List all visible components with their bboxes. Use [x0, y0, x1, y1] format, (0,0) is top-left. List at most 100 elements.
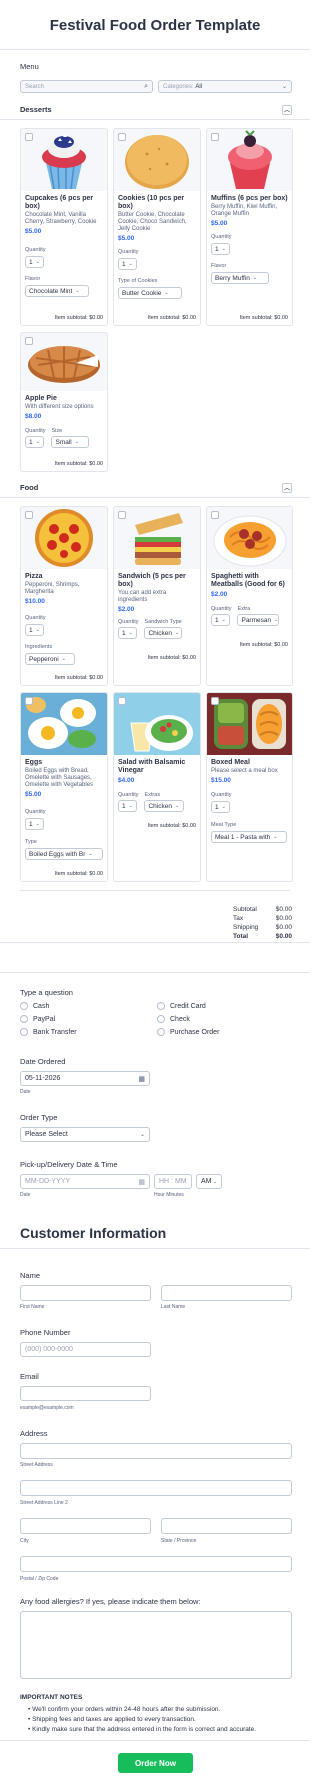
select-checkbox[interactable] — [118, 511, 126, 519]
chevron-down-icon: ⌄ — [164, 290, 169, 296]
select-checkbox[interactable] — [211, 697, 219, 705]
select-checkbox[interactable] — [25, 133, 33, 141]
quantity-select[interactable]: 1 ⌄ — [211, 801, 230, 813]
product-card-cookies[interactable]: Cookies (10 pcs per box) Butter Cookie, … — [113, 128, 201, 326]
option-value: Small — [55, 438, 72, 446]
radio-circle[interactable] — [157, 1028, 165, 1036]
product-card-sandwich[interactable]: Sandwich (5 pcs per box) You can add ext… — [113, 506, 201, 686]
phone-input[interactable]: (000) 000-0000 — [20, 1342, 151, 1357]
quantity-value: 1 — [122, 802, 126, 810]
categories-label: Categories: — [163, 83, 194, 90]
collapse-icon[interactable]: ︿ — [282, 104, 292, 115]
option-label: Flavor — [25, 276, 41, 282]
quantity-select[interactable]: 1 ⌄ — [118, 800, 137, 812]
radio-circle[interactable] — [20, 1002, 28, 1010]
quantity-select[interactable]: 1 ⌄ — [25, 256, 44, 268]
option-select[interactable]: Chicken ⌄ — [144, 800, 185, 812]
allergy-textarea[interactable] — [20, 1611, 292, 1679]
option-select[interactable]: Chicken ⌄ — [144, 627, 183, 639]
select-checkbox[interactable] — [25, 337, 33, 345]
postal-input[interactable] — [20, 1556, 292, 1572]
first-name-input[interactable] — [20, 1285, 151, 1301]
product-desc: With different size options — [25, 404, 94, 410]
order-type-label: Order Type — [20, 1113, 58, 1122]
radio-paypal[interactable]: PayPal — [20, 1013, 55, 1025]
option-select[interactable]: Berry Muffin ⌄ — [211, 272, 269, 284]
email-input[interactable] — [20, 1386, 151, 1401]
item-subtotal: Item subtotal: $0.00 — [147, 315, 196, 321]
radio-purchase-order[interactable]: Purchase Order — [157, 1026, 219, 1038]
option-select[interactable]: Butter Cookie ⌄ — [118, 287, 182, 299]
radio-circle[interactable] — [157, 1015, 165, 1023]
chevron-down-icon: ⌄ — [212, 1178, 217, 1185]
option-value: Pepperoni — [29, 655, 59, 663]
quantity-select[interactable]: 1 ⌄ — [25, 436, 44, 448]
email-label: Email — [20, 1372, 39, 1381]
radio-circle[interactable] — [20, 1028, 28, 1036]
option-value: Butter Cookie — [122, 289, 162, 297]
quantity-select[interactable]: 1 ⌄ — [25, 624, 44, 636]
product-card-apple-pie[interactable]: Apple Pie With different size options $8… — [20, 332, 108, 472]
form-header: Festival Food Order Template — [0, 0, 310, 50]
quantity-select[interactable]: 1 ⌄ — [118, 258, 137, 270]
ampm-select[interactable]: AM ⌄ — [196, 1174, 222, 1189]
state-input[interactable] — [161, 1518, 292, 1534]
quantity-select[interactable]: 1 ⌄ — [118, 627, 137, 639]
product-card-salad[interactable]: Salad with Balsamic Vinegar $4.00 Quanti… — [113, 692, 201, 882]
select-checkbox[interactable] — [25, 511, 33, 519]
allergy-label: Any food allergies? If yes, please indic… — [20, 1597, 201, 1606]
radio-circle[interactable] — [157, 1002, 165, 1010]
product-name: Muffins (6 pcs per box) — [211, 195, 288, 202]
radio-cash[interactable]: Cash — [20, 1000, 49, 1012]
option-select[interactable]: Meal 1 - Pasta with ⌄ — [211, 831, 287, 843]
quantity-select[interactable]: 1 ⌄ — [211, 614, 230, 626]
product-desc: Please select a meal box — [211, 768, 278, 774]
note-text: Kindly make sure that the address entere… — [32, 1726, 257, 1733]
category-select[interactable]: Categories: All ⌄ — [158, 80, 292, 93]
product-card-muffins[interactable]: Muffins (6 pcs per box) Berry Muffin, Ki… — [206, 128, 293, 326]
search-input[interactable]: Search ⌕ — [20, 80, 153, 93]
calendar-icon[interactable]: ▦ — [138, 1075, 145, 1083]
radio-check[interactable]: Check — [157, 1013, 190, 1025]
food-section-header[interactable]: Food ︿ — [0, 478, 310, 498]
product-card-eggs[interactable]: Eggs Boiled Eggs with Bread, Omelette wi… — [20, 692, 108, 882]
radio-bank-transfer[interactable]: Bank Transfer — [20, 1026, 77, 1038]
option-select[interactable]: Pepperoni ⌄ — [25, 653, 75, 665]
order-now-button[interactable]: Order Now — [118, 1753, 193, 1773]
option-label: Ingredients — [25, 644, 53, 650]
pickup-time-input[interactable]: HH : MM — [154, 1174, 192, 1189]
quantity-select[interactable]: 1 ⌄ — [211, 243, 230, 255]
select-checkbox[interactable] — [25, 697, 33, 705]
quantity-value: 1 — [29, 438, 33, 446]
radio-credit-card[interactable]: Credit Card — [157, 1000, 206, 1012]
option-select[interactable]: Small ⌄ — [51, 436, 90, 448]
quantity-value: 1 — [29, 820, 33, 828]
quantity-label: Quantity — [211, 792, 232, 798]
calendar-icon[interactable]: ▦ — [138, 1178, 145, 1186]
option-select[interactable]: Boiled Eggs with Br ⌄ — [25, 848, 103, 860]
product-card-cupcakes[interactable]: Cupcakes (6 pcs per box) Chocolate Mint,… — [20, 128, 108, 326]
date-ordered-input[interactable]: 05-11-2026 ▦ — [20, 1071, 150, 1086]
pickup-date-input[interactable]: MM-DD-YYYY ▦ — [20, 1174, 150, 1189]
last-name-input[interactable] — [161, 1285, 292, 1301]
select-checkbox[interactable] — [211, 511, 219, 519]
select-checkbox[interactable] — [118, 697, 126, 705]
street2-input[interactable] — [20, 1480, 292, 1496]
select-checkbox[interactable] — [118, 133, 126, 141]
spaghetti-image — [207, 507, 292, 569]
street-input[interactable] — [20, 1443, 292, 1459]
option-select[interactable]: Parmesan ⌄ — [237, 614, 280, 626]
select-checkbox[interactable] — [211, 133, 219, 141]
product-card-boxed-meal[interactable]: Boxed Meal Please select a meal box $15.… — [206, 692, 293, 882]
pickup-time-placeholder: HH : MM — [159, 1178, 187, 1185]
order-type-select[interactable]: Please Select ⌄ — [20, 1127, 150, 1142]
city-input[interactable] — [20, 1518, 151, 1534]
product-name: Apple Pie — [25, 395, 57, 402]
collapse-icon[interactable]: ︿ — [282, 482, 292, 493]
product-card-pizza[interactable]: Pizza Pepperoni, Shrimps, Margherita $10… — [20, 506, 108, 686]
option-select[interactable]: Chocolate Mint ⌄ — [25, 285, 89, 297]
quantity-select[interactable]: 1 ⌄ — [25, 818, 44, 830]
desserts-section-header[interactable]: Desserts ︿ — [0, 100, 310, 120]
product-card-spaghetti[interactable]: Spaghetti with Meatballs (Good for 6) $2… — [206, 506, 293, 686]
radio-circle[interactable] — [20, 1015, 28, 1023]
